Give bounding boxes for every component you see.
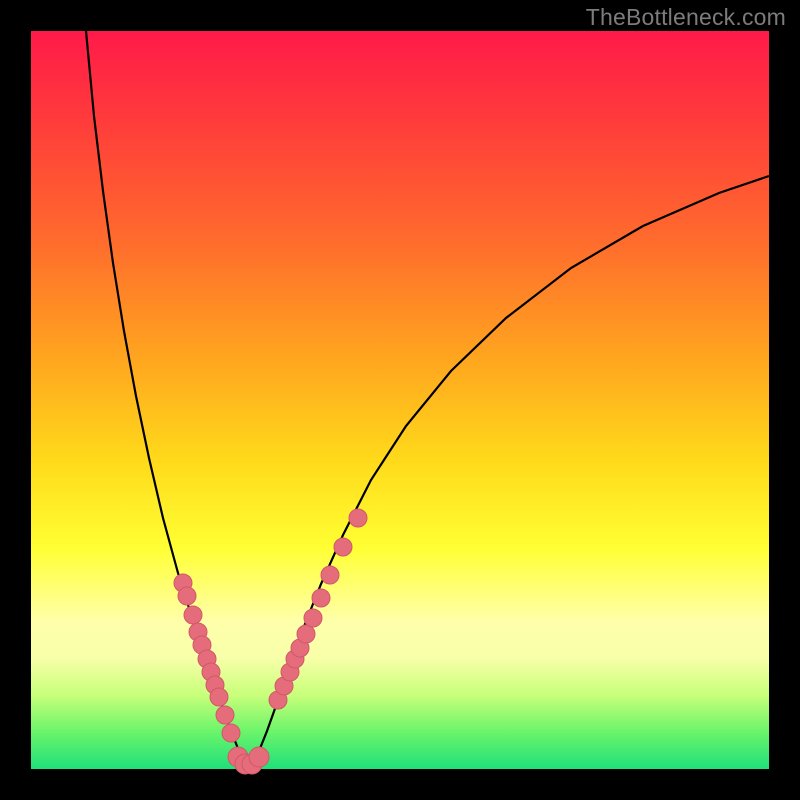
data-point (297, 625, 315, 643)
data-point (249, 747, 269, 767)
data-point (312, 589, 330, 607)
data-point (178, 587, 196, 605)
data-point (304, 609, 322, 627)
data-point (334, 538, 352, 556)
data-point (184, 606, 202, 624)
data-markers (174, 509, 367, 774)
data-point (349, 509, 367, 527)
chart-svg (31, 31, 769, 769)
data-point (216, 706, 234, 724)
data-point (210, 688, 228, 706)
data-point (222, 724, 240, 742)
watermark-text: TheBottleneck.com (586, 4, 786, 31)
data-point (321, 566, 339, 584)
bottleneck-curve (86, 31, 769, 764)
